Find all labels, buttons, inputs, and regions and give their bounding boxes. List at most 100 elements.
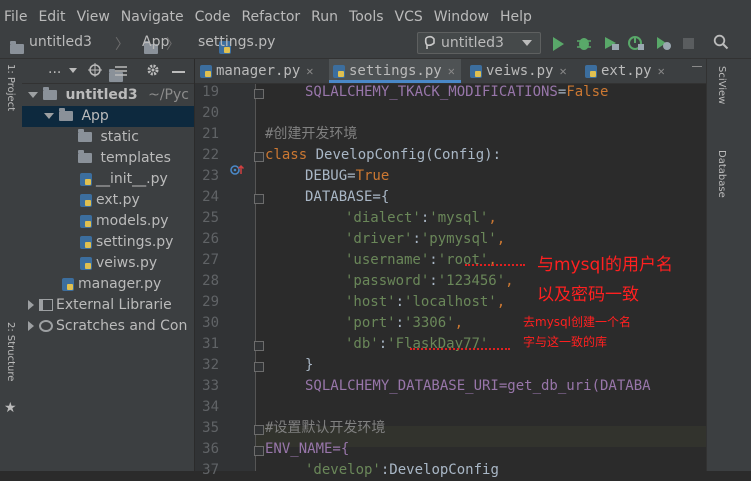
override-marker-icon[interactable]	[230, 163, 246, 177]
fold-marker-icon[interactable]	[254, 341, 264, 351]
tree-row-veiws[interactable]: veiws.py	[22, 253, 194, 274]
code-line-19[interactable]: SQLALCHEMY_TKACK_MODIFICATIONS=False	[305, 82, 608, 103]
close-icon[interactable]: ✕	[559, 64, 566, 78]
concurrency-icon[interactable]	[654, 35, 672, 51]
menu-edit[interactable]: Edit	[32, 9, 70, 25]
code-token: DevelopConfig(Config):	[307, 147, 502, 163]
stop-icon[interactable]	[683, 38, 694, 49]
menu-run[interactable]: Run	[305, 9, 343, 25]
fold-marker-icon[interactable]	[254, 89, 264, 99]
tab-label: ext.py	[601, 63, 652, 79]
profile-icon[interactable]	[627, 35, 645, 51]
tree-row-init[interactable]: __init__.py	[22, 169, 194, 190]
folder-icon	[78, 150, 92, 163]
close-icon[interactable]: ✕	[306, 64, 313, 78]
tree-row-ext[interactable]: ext.py	[22, 190, 194, 211]
code-token: :	[412, 231, 421, 247]
run-icon[interactable]	[551, 36, 565, 52]
tree-row-root[interactable]: untitled3 ~/Pyc	[22, 85, 194, 106]
annotation-underline	[410, 348, 510, 350]
code-line-28[interactable]: 'password':'123456',	[345, 271, 514, 292]
code-line-33[interactable]: SQLALCHEMY_DATABASE_URI=get_db_uri(DATAB…	[305, 376, 706, 397]
breadcrumb-project[interactable]: untitled3	[29, 34, 92, 50]
menu-refactor[interactable]: Refactor	[235, 9, 305, 25]
code-token: DevelopConfig	[389, 462, 499, 478]
line-number: 35	[202, 420, 219, 436]
debug-icon[interactable]	[576, 35, 592, 51]
code-token: ,	[488, 210, 497, 226]
line-number: 36	[202, 441, 219, 457]
code-line-36[interactable]: ENV_NAME={	[265, 439, 349, 460]
menu-file[interactable]: File	[0, 9, 32, 25]
collapse-all-icon[interactable]	[114, 63, 128, 77]
tree-label: manager.py	[78, 276, 162, 292]
code-token: 'localhost'	[404, 294, 497, 310]
menu-tools[interactable]: Tools	[343, 9, 389, 25]
tab-settings[interactable]: settings.py ✕	[329, 59, 461, 83]
chevron-down-icon[interactable]	[44, 113, 54, 119]
coverage-icon[interactable]	[602, 35, 620, 51]
menu-window[interactable]: Window	[428, 9, 494, 25]
code-token: :	[378, 336, 388, 352]
tab-manager[interactable]: manager.py ✕	[200, 59, 325, 83]
breadcrumb-file[interactable]: settings.py	[198, 34, 275, 50]
tree-label: veiws.py	[96, 255, 158, 271]
code-line-25[interactable]: 'dialect':'mysql',	[345, 208, 497, 229]
favorites-star-icon[interactable]: ★	[4, 400, 17, 416]
tree-row-external-libraries[interactable]: External Librarie	[22, 295, 194, 316]
tree-row-settings[interactable]: settings.py	[22, 232, 194, 253]
menu-vcs[interactable]: VCS	[389, 9, 428, 25]
fold-marker-icon[interactable]	[254, 425, 264, 435]
tree-row-manager[interactable]: manager.py	[22, 274, 194, 295]
close-icon[interactable]: ✕	[448, 64, 455, 78]
tree-row-app[interactable]: App	[22, 106, 194, 127]
menu-view[interactable]: View	[71, 9, 115, 25]
code-token: ENV_NAME={	[265, 441, 350, 457]
code-line-32[interactable]: }	[305, 355, 313, 376]
tree-row-scratches[interactable]: Scratches and Con	[22, 316, 194, 337]
chevron-down-icon[interactable]	[69, 68, 77, 73]
code-line-22[interactable]: class DevelopConfig(Config):	[265, 145, 501, 166]
menu-code[interactable]: Code	[189, 9, 236, 25]
gear-icon[interactable]	[146, 63, 160, 77]
code-line-21[interactable]: #创建开发环境	[265, 124, 357, 145]
code-line-30[interactable]: 'port':'3306',	[345, 313, 463, 334]
code-token: ,	[496, 231, 506, 247]
code-token: 'pymysql'	[420, 231, 497, 247]
search-icon[interactable]	[713, 34, 729, 50]
code-line-24[interactable]: DATABASE={	[305, 187, 389, 208]
folder-icon	[43, 87, 57, 100]
code-line-35[interactable]: #设置默认开发环境	[265, 418, 385, 439]
locate-icon[interactable]	[88, 63, 102, 77]
code-line-31[interactable]: 'db':'FlaskDay77'	[345, 334, 488, 355]
project-view-selector[interactable]: ...	[48, 61, 61, 77]
fold-marker-icon[interactable]	[254, 152, 264, 162]
close-icon[interactable]: ✕	[658, 64, 665, 78]
menu-navigate[interactable]: Navigate	[115, 9, 189, 25]
tree-row-static[interactable]: static	[22, 127, 194, 148]
hide-panel-icon[interactable]	[172, 71, 185, 73]
menu-help[interactable]: Help	[494, 9, 537, 25]
chevron-down-icon[interactable]	[28, 92, 38, 98]
fold-marker-icon[interactable]	[254, 194, 264, 204]
code-line-29[interactable]: 'host':'localhost',	[345, 292, 505, 313]
tab-label: manager.py	[216, 63, 301, 79]
code-line-27[interactable]: 'username':'root',	[345, 250, 497, 271]
fold-marker-icon[interactable]	[254, 362, 264, 372]
code-line-23[interactable]: DEBUG=True	[305, 166, 389, 187]
chevron-right-icon[interactable]	[28, 321, 34, 331]
tab-veiws[interactable]: veiws.py ✕	[470, 59, 575, 83]
tab-ext[interactable]: ext.py ✕	[585, 59, 675, 83]
python-file-icon	[585, 64, 597, 78]
tree-label: untitled3	[65, 87, 138, 103]
structure-tool-tab[interactable]: 2: Structure	[5, 322, 16, 394]
tab-overflow-icon[interactable]	[692, 66, 702, 67]
fold-marker-icon[interactable]	[254, 446, 264, 456]
chevron-right-icon[interactable]	[28, 300, 34, 310]
tree-row-templates[interactable]: templates	[22, 148, 194, 169]
sciview-tool-tab[interactable]: SciView	[716, 66, 727, 120]
project-tool-tab[interactable]: 1: Project	[5, 64, 16, 128]
tree-row-models[interactable]: models.py	[22, 211, 194, 232]
code-line-26[interactable]: 'driver':'pymysql',	[345, 229, 505, 250]
database-tool-tab[interactable]: Database	[716, 150, 727, 208]
